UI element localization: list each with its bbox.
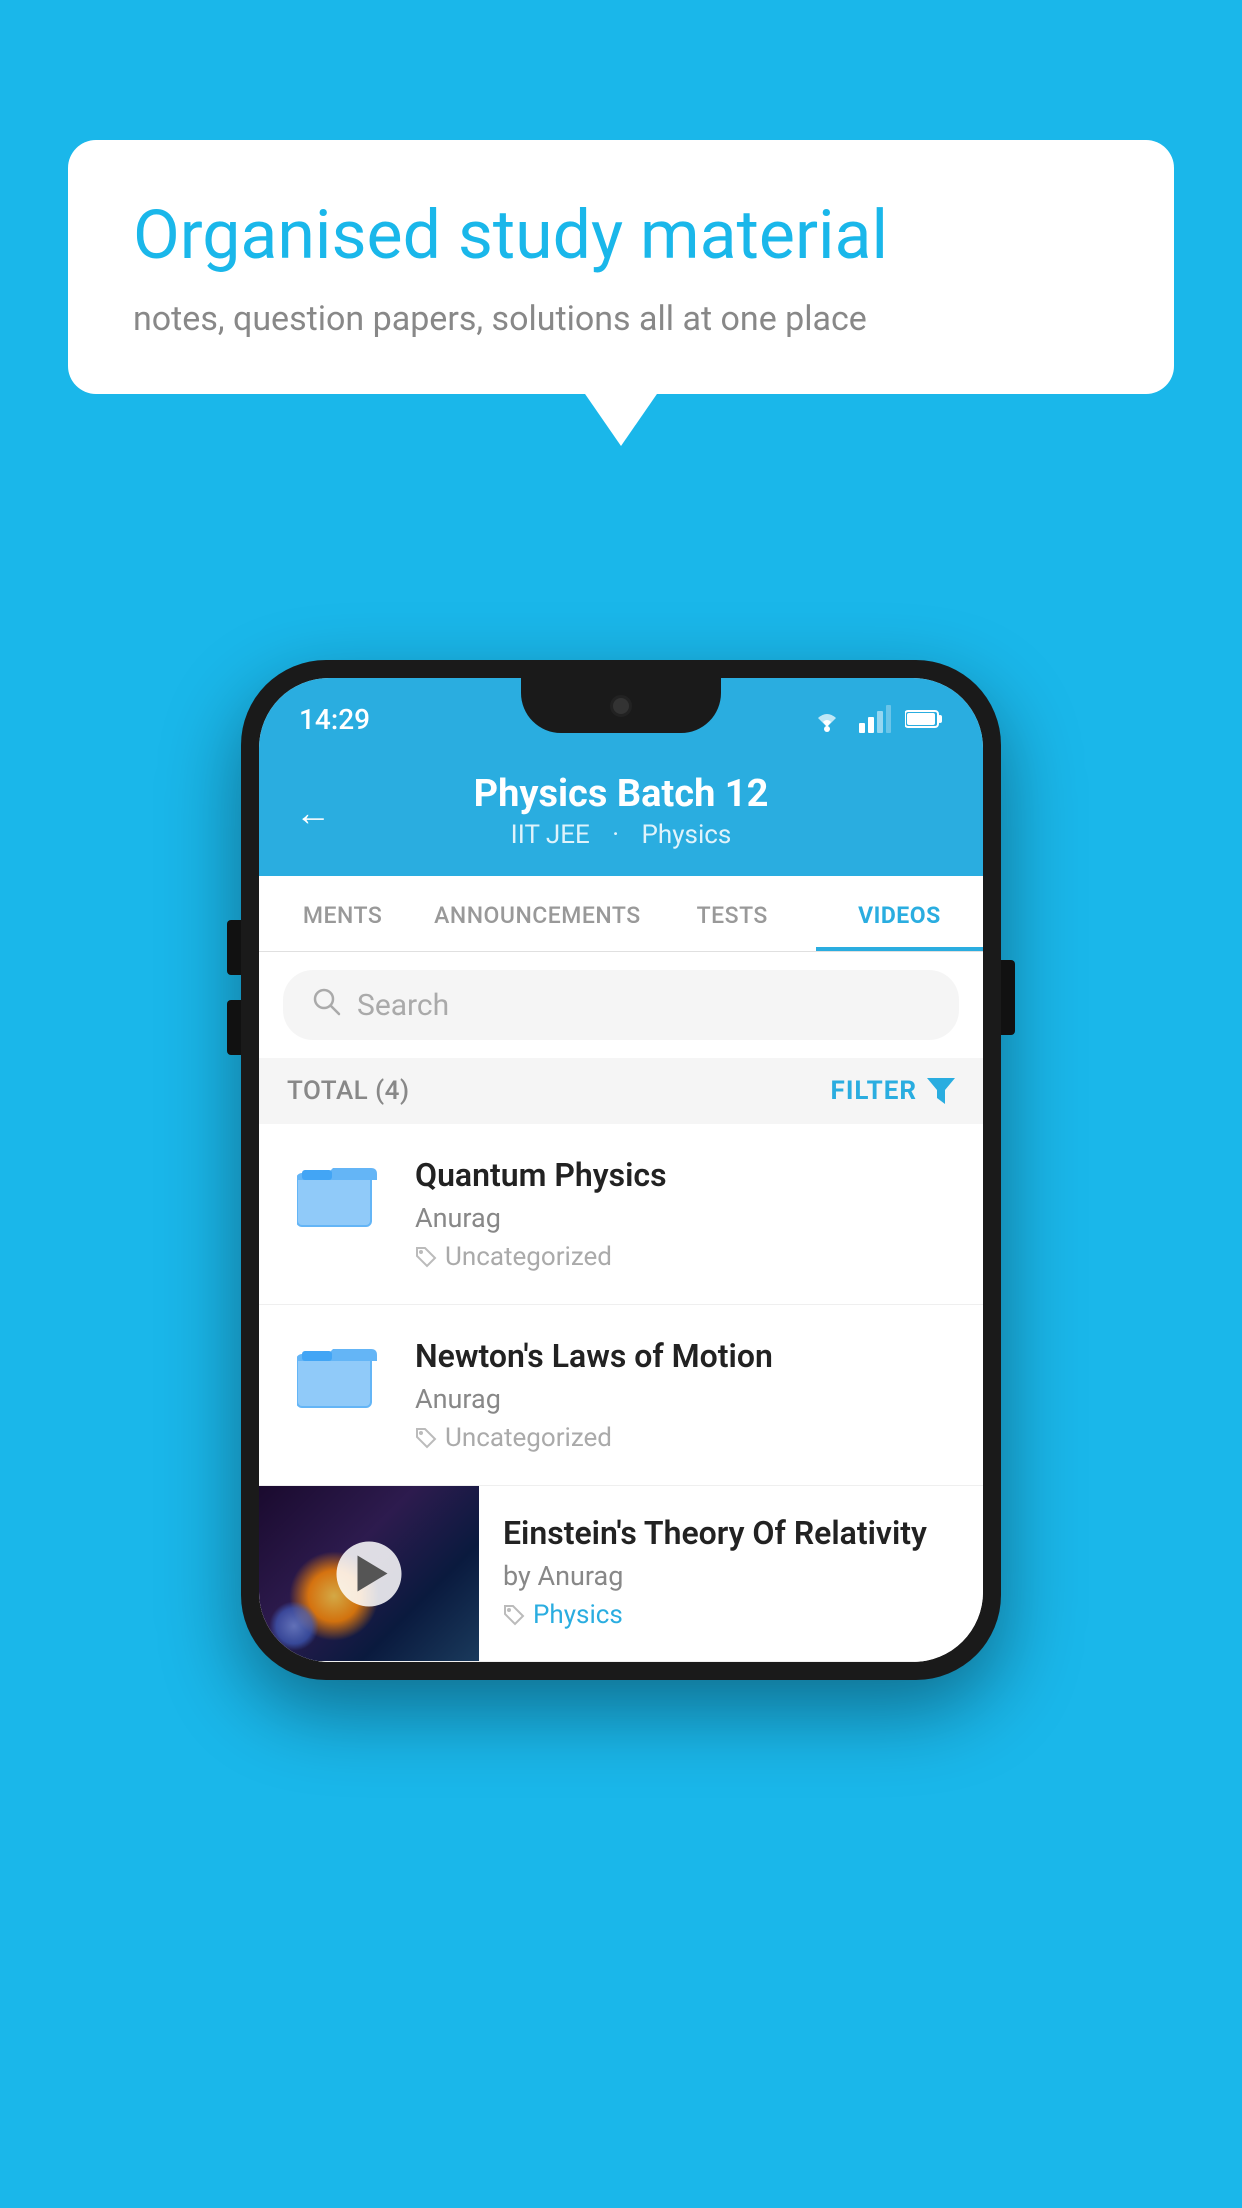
header-subtitle-sep: · (612, 820, 619, 850)
phone-container: 14:29 (241, 660, 1001, 1680)
tab-tests[interactable]: TESTS (649, 876, 816, 951)
filter-bar: TOTAL (4) FILTER (259, 1058, 983, 1124)
signal-icon (859, 705, 891, 733)
search-input-wrapper[interactable]: Search (283, 970, 959, 1040)
list-item[interactable]: Newton's Laws of Motion Anurag Uncategor… (259, 1305, 983, 1486)
tab-ments[interactable]: MENTS (259, 876, 426, 951)
play-button[interactable] (337, 1541, 402, 1606)
header-subtitle-part1: IIT JEE (511, 820, 590, 850)
play-triangle (357, 1556, 387, 1592)
item-title-3: Einstein's Theory Of Relativity (503, 1514, 959, 1552)
item-tag-3: Physics (503, 1600, 959, 1630)
battery-icon (905, 708, 943, 730)
filter-label: FILTER (831, 1076, 917, 1106)
search-container: Search (259, 952, 983, 1058)
folder-icon (297, 1341, 377, 1411)
filter-button[interactable]: FILTER (831, 1076, 955, 1106)
list-item[interactable]: Quantum Physics Anurag Uncategorized (259, 1124, 983, 1305)
phone-notch (521, 678, 721, 733)
item-tag-1: Uncategorized (415, 1242, 955, 1272)
item-info-3: Einstein's Theory Of Relativity by Anura… (479, 1486, 983, 1658)
item-thumbnail-2 (287, 1337, 387, 1411)
item-tag-2: Uncategorized (415, 1423, 955, 1453)
wifi-icon (809, 705, 845, 733)
camera-notch (610, 695, 632, 717)
item-author-1: Anurag (415, 1202, 955, 1234)
tag-icon (503, 1604, 525, 1626)
tabs-bar: MENTS ANNOUNCEMENTS TESTS VIDEOS (259, 876, 983, 952)
list-item[interactable]: Einstein's Theory Of Relativity by Anura… (259, 1486, 983, 1662)
header-title: Physics Batch 12 (295, 772, 947, 816)
speech-bubble-subtitle: notes, question papers, solutions all at… (133, 299, 1109, 339)
back-button[interactable]: ← (295, 792, 331, 834)
filter-icon (927, 1078, 955, 1104)
tab-videos[interactable]: VIDEOS (816, 876, 983, 951)
search-icon (311, 986, 341, 1024)
item-title-2: Newton's Laws of Motion (415, 1337, 955, 1375)
header-subtitle: IIT JEE · Physics (295, 820, 947, 850)
item-author-3: by Anurag (503, 1560, 959, 1592)
tag-icon (415, 1246, 437, 1268)
search-placeholder: Search (357, 988, 449, 1023)
item-info-1: Quantum Physics Anurag Uncategorized (415, 1156, 955, 1272)
tag-text-1: Uncategorized (445, 1242, 612, 1272)
header-subtitle-part2: Physics (642, 820, 732, 850)
tag-text-3: Physics (533, 1600, 623, 1630)
item-info-2: Newton's Laws of Motion Anurag Uncategor… (415, 1337, 955, 1453)
thumb-glow2 (269, 1601, 319, 1651)
tag-text-2: Uncategorized (445, 1423, 612, 1453)
folder-icon (297, 1160, 377, 1230)
status-time: 14:29 (299, 703, 370, 736)
tag-icon (415, 1427, 437, 1449)
phone-screen: 14:29 (259, 678, 983, 1662)
einstein-thumbnail (259, 1486, 479, 1661)
speech-bubble-container: Organised study material notes, question… (68, 140, 1174, 394)
item-title-1: Quantum Physics (415, 1156, 955, 1194)
total-count: TOTAL (4) (287, 1076, 410, 1106)
tab-announcements[interactable]: ANNOUNCEMENTS (426, 876, 648, 951)
speech-bubble-title: Organised study material (133, 195, 1109, 277)
video-list: Quantum Physics Anurag Uncategorized (259, 1124, 983, 1662)
item-thumbnail-1 (287, 1156, 387, 1230)
speech-bubble: Organised study material notes, question… (68, 140, 1174, 394)
item-author-2: Anurag (415, 1383, 955, 1415)
app-header: ← Physics Batch 12 IIT JEE · Physics (259, 750, 983, 876)
status-icons (809, 705, 943, 733)
phone-outer: 14:29 (241, 660, 1001, 1680)
